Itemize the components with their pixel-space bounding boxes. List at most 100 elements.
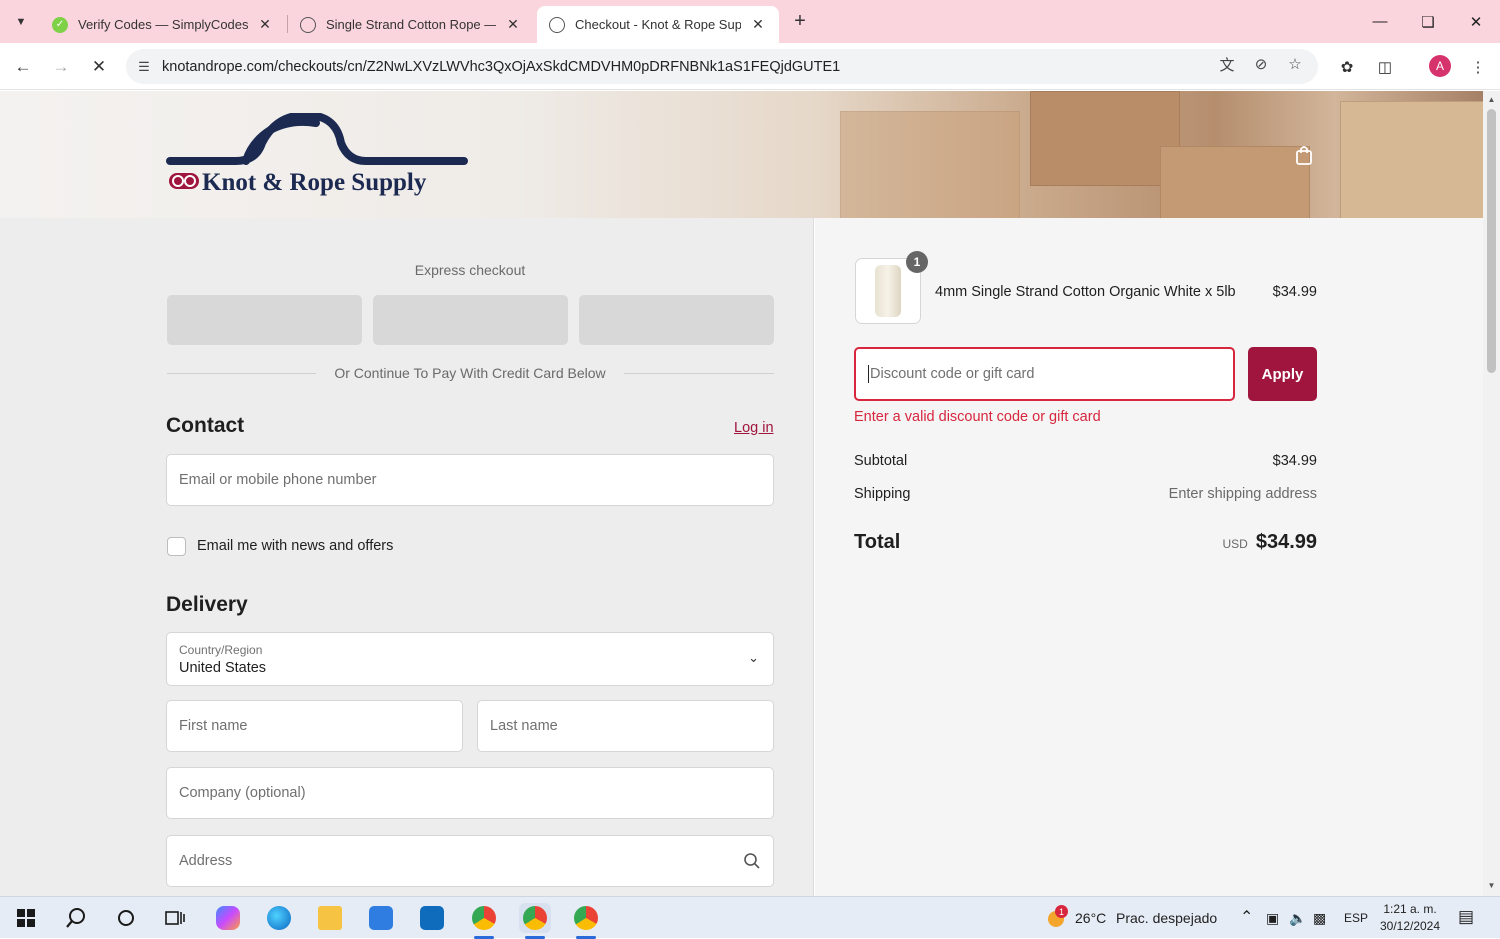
order-summary-panel: 1 4mm Single Strand Cotton Organic White… bbox=[815, 218, 1483, 896]
system-clock[interactable]: 1:21 a. m. 30/12/2024 bbox=[1372, 901, 1448, 935]
weather-description[interactable]: Prac. despejado bbox=[1116, 910, 1217, 926]
eye-off-icon[interactable]: ⊘ bbox=[1248, 51, 1274, 77]
checkout-form-panel: Express checkout Or Continue To Pay With… bbox=[0, 218, 814, 896]
forward-arrow-icon[interactable]: → bbox=[48, 54, 74, 80]
delivery-heading: Delivery bbox=[166, 593, 248, 616]
tab-verify-codes[interactable]: ✓ Verify Codes — SimplyCodes ✕ bbox=[40, 6, 286, 43]
scroll-down-arrow-icon[interactable]: ▼ bbox=[1483, 881, 1500, 890]
profile-avatar[interactable]: A bbox=[1429, 55, 1451, 77]
express-pay-button-3[interactable] bbox=[579, 295, 774, 345]
continue-credit-card-text: Or Continue To Pay With Credit Card Belo… bbox=[334, 365, 606, 381]
minimize-icon[interactable]: — bbox=[1356, 0, 1404, 43]
tray-chevron-up-icon[interactable]: ⌃ bbox=[1240, 907, 1253, 927]
divider-line bbox=[624, 373, 774, 374]
weather-notification-badge: 1 bbox=[1055, 905, 1068, 918]
back-arrow-icon[interactable]: ← bbox=[10, 54, 36, 80]
login-link[interactable]: Log in bbox=[734, 420, 774, 436]
email-field[interactable]: Email or mobile phone number bbox=[166, 454, 774, 506]
express-pay-button-1[interactable] bbox=[167, 295, 362, 345]
edge-icon[interactable] bbox=[263, 903, 295, 933]
country-value: United States bbox=[179, 660, 267, 676]
close-tab-icon[interactable]: ✕ bbox=[504, 16, 522, 33]
discount-code-input[interactable]: Discount code or gift card bbox=[854, 347, 1235, 401]
globe-favicon-icon bbox=[549, 16, 565, 33]
restore-icon[interactable]: ❏ bbox=[1404, 0, 1452, 43]
checkout-page: Knot & Rope Supply Express checkout Or C… bbox=[0, 91, 1483, 896]
close-tab-icon[interactable]: ✕ bbox=[749, 16, 767, 33]
chrome-icon[interactable] bbox=[468, 903, 500, 939]
first-name-field[interactable]: First name bbox=[166, 700, 463, 752]
url-text: knotandrope.com/checkouts/cn/Z2NwLXVzLWV… bbox=[162, 58, 841, 75]
header-banner: Knot & Rope Supply bbox=[0, 91, 1483, 218]
bookmark-star-icon[interactable]: ☆ bbox=[1282, 51, 1308, 77]
banner-box-image bbox=[840, 111, 1020, 218]
weather-temperature[interactable]: 26°C bbox=[1075, 910, 1106, 926]
total-amount: $34.99 bbox=[1255, 531, 1317, 553]
email-placeholder: Email or mobile phone number bbox=[179, 472, 377, 488]
copilot-icon[interactable] bbox=[212, 903, 244, 933]
express-pay-button-2[interactable] bbox=[373, 295, 568, 345]
kebab-menu-icon[interactable]: ⋮ bbox=[1466, 55, 1490, 79]
banner-box-image bbox=[1160, 146, 1310, 218]
shipping-label: Shipping bbox=[854, 486, 911, 502]
scroll-up-arrow-icon[interactable]: ▲ bbox=[1483, 95, 1500, 104]
task-view-icon[interactable] bbox=[159, 903, 191, 933]
last-name-placeholder: Last name bbox=[490, 718, 558, 734]
extension-leaf-icon[interactable]: ✿ bbox=[1335, 55, 1359, 79]
apply-discount-button[interactable]: Apply bbox=[1248, 347, 1317, 401]
company-field[interactable]: Company (optional) bbox=[166, 767, 774, 819]
tab-checkout[interactable]: Checkout - Knot & Rope Suppl ✕ bbox=[537, 6, 779, 43]
scrollbar-thumb[interactable] bbox=[1487, 109, 1496, 373]
tab-title: Single Strand Cotton Rope — K bbox=[326, 17, 496, 32]
network-icon[interactable]: ▩ bbox=[1313, 910, 1326, 927]
cortana-circle-icon[interactable] bbox=[110, 903, 142, 933]
text-caret bbox=[868, 365, 869, 383]
shipping-value: Enter shipping address bbox=[1168, 486, 1317, 502]
clock-date: 30/12/2024 bbox=[1379, 919, 1441, 933]
extensions-puzzle-icon[interactable]: ◫ bbox=[1373, 55, 1397, 79]
outlook-icon[interactable] bbox=[416, 903, 448, 933]
country-label: Country/Region bbox=[179, 643, 263, 657]
window-close-icon[interactable]: ✕ bbox=[1452, 0, 1500, 43]
windows-start-icon[interactable] bbox=[10, 903, 42, 933]
volume-icon[interactable]: 🔈 bbox=[1289, 910, 1306, 927]
shopping-bag-icon[interactable] bbox=[1293, 144, 1315, 166]
simplycodes-favicon-icon: ✓ bbox=[52, 16, 68, 33]
tab-single-strand-rope[interactable]: Single Strand Cotton Rope — K ✕ bbox=[288, 6, 534, 43]
address-placeholder: Address bbox=[179, 853, 233, 869]
file-explorer-icon[interactable] bbox=[314, 903, 346, 933]
close-tab-icon[interactable]: ✕ bbox=[256, 16, 274, 33]
tab-title: Checkout - Knot & Rope Suppl bbox=[575, 17, 741, 32]
globe-favicon-icon bbox=[300, 16, 316, 33]
browser-tabbar: ▼ ✓ Verify Codes — SimplyCodes ✕ Single … bbox=[0, 0, 1500, 43]
product-price: $34.99 bbox=[1272, 284, 1317, 300]
site-info-icon[interactable]: ☰ bbox=[126, 59, 162, 75]
divider-line bbox=[167, 373, 316, 374]
notifications-icon[interactable]: ▤ bbox=[1458, 907, 1474, 927]
meet-now-icon[interactable]: ▣ bbox=[1266, 910, 1279, 927]
address-bar[interactable]: ☰ knotandrope.com/checkouts/cn/Z2NwLXVzL… bbox=[126, 49, 1318, 84]
translate-icon[interactable]: 文 bbox=[1214, 51, 1240, 77]
subtotal-label: Subtotal bbox=[854, 453, 908, 469]
page-scrollbar[interactable]: ▲ ▼ bbox=[1483, 91, 1500, 896]
tab-list-chevron-icon[interactable]: ▼ bbox=[8, 9, 34, 35]
stop-loading-icon[interactable]: ✕ bbox=[86, 54, 112, 80]
microsoft-store-icon[interactable] bbox=[365, 903, 397, 933]
chrome-profile-icon[interactable] bbox=[519, 903, 551, 939]
first-name-placeholder: First name bbox=[179, 718, 248, 734]
chrome-profile-icon[interactable] bbox=[570, 903, 602, 939]
language-indicator[interactable]: ESP bbox=[1344, 911, 1368, 925]
clock-time: 1:21 a. m. bbox=[1383, 902, 1437, 916]
search-icon[interactable] bbox=[743, 852, 761, 870]
browser-toolbar: ← → ✕ ☰ knotandrope.com/checkouts/cn/Z2N… bbox=[0, 43, 1500, 90]
express-checkout-label: Express checkout bbox=[414, 262, 526, 278]
newsletter-checkbox[interactable] bbox=[167, 537, 186, 556]
product-name: 4mm Single Strand Cotton Organic White x… bbox=[935, 284, 1236, 300]
currency-code: USD bbox=[1222, 537, 1248, 551]
discount-placeholder: Discount code or gift card bbox=[870, 366, 1035, 382]
address-field[interactable]: Address bbox=[166, 835, 774, 887]
search-icon[interactable] bbox=[60, 903, 92, 933]
last-name-field[interactable]: Last name bbox=[477, 700, 774, 752]
country-select[interactable]: Country/Region United States ⌄ bbox=[166, 632, 774, 686]
new-tab-plus-icon[interactable]: + bbox=[788, 9, 812, 33]
